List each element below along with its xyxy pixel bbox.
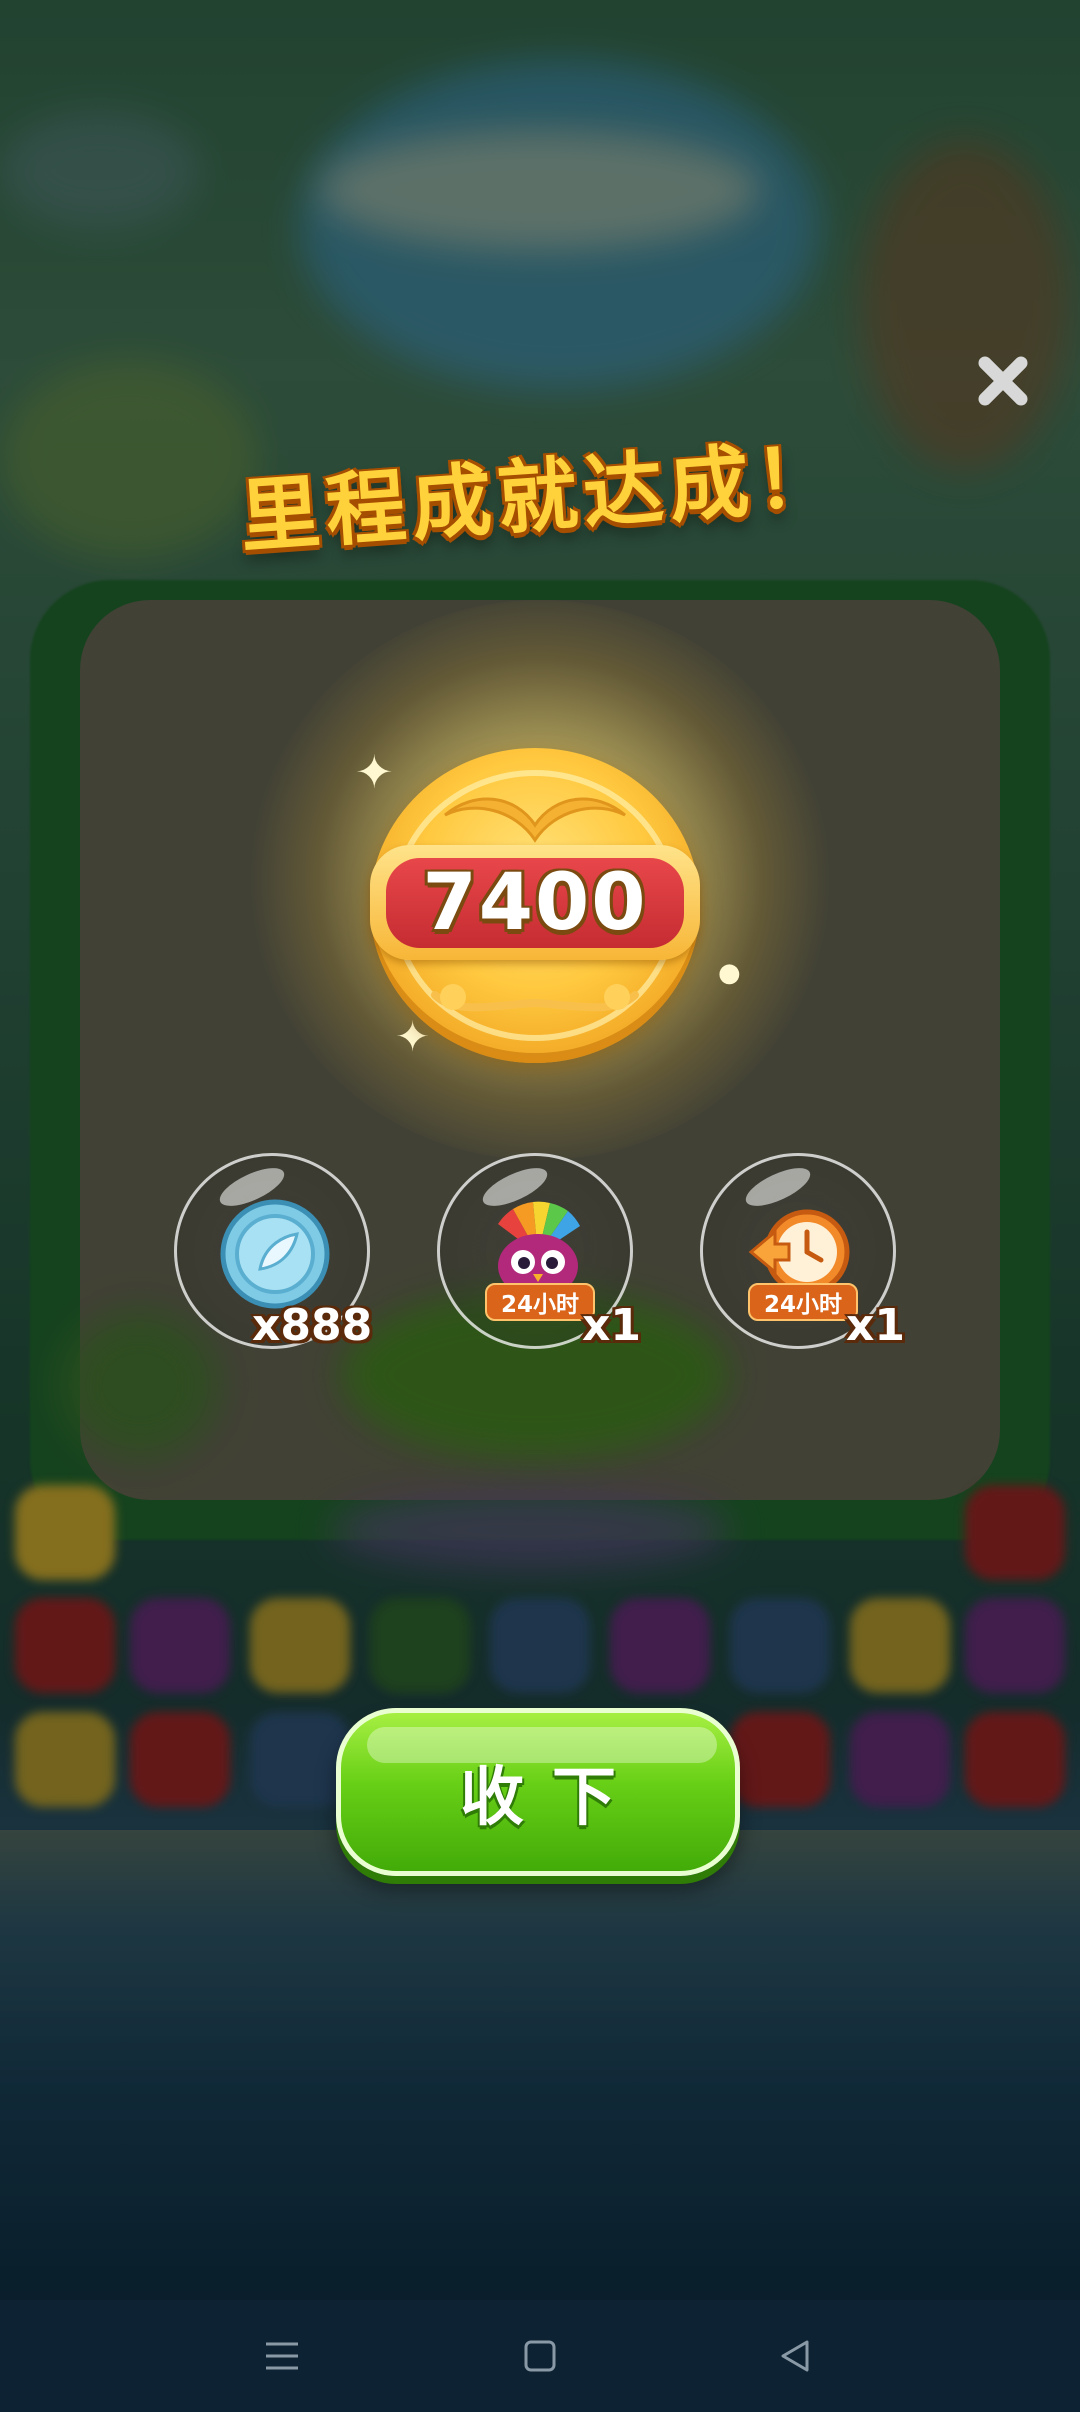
duration-badge: 24小时 xyxy=(485,1283,595,1321)
reward-quantity: x1 xyxy=(846,1300,905,1351)
menu-icon xyxy=(266,2342,298,2370)
medal-heart-ornament-icon xyxy=(431,984,639,1012)
reward-quantity: x1 xyxy=(582,1300,641,1351)
close-button[interactable] xyxy=(968,346,1038,416)
back-button[interactable] xyxy=(765,2326,825,2386)
back-icon xyxy=(781,2340,809,2372)
home-button[interactable] xyxy=(510,2326,570,2386)
milestone-value: 7400 xyxy=(386,858,684,948)
menu-button[interactable] xyxy=(252,2326,312,2386)
collect-button[interactable]: 收下 xyxy=(336,1708,740,1876)
coin-icon xyxy=(220,1199,330,1309)
duration-badge: 24小时 xyxy=(748,1283,858,1321)
home-icon xyxy=(524,2340,556,2372)
close-icon xyxy=(978,356,1028,406)
sparkle-icon: ● xyxy=(718,958,741,988)
sparkle-icon: ✦ xyxy=(355,745,394,799)
collect-button-label: 收下 xyxy=(460,1761,644,1835)
reward-quantity: x888 xyxy=(252,1300,373,1351)
